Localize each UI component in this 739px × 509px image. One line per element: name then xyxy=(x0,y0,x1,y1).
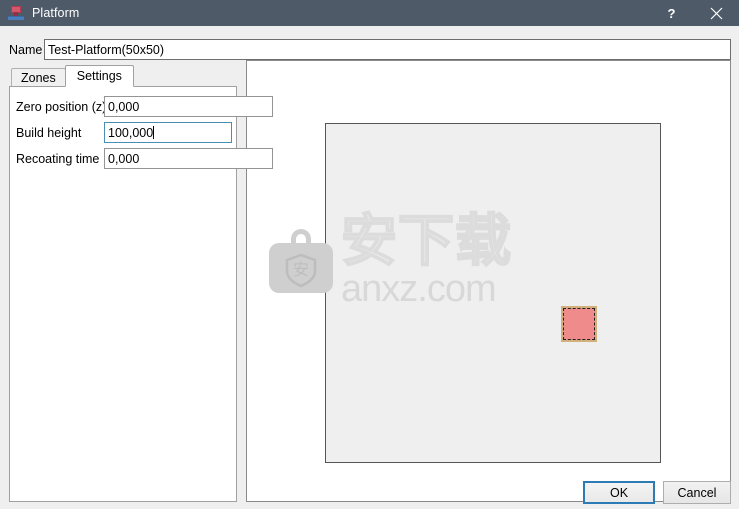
zero-position-label: Zero position (z) xyxy=(16,99,107,114)
tab-pane-settings: Zero position (z) Build height 100,000 R… xyxy=(9,86,273,502)
recoating-time-input[interactable] xyxy=(104,148,273,169)
platform-viewport[interactable]: 安 安下载 anxz.com xyxy=(246,60,731,502)
title-bar: Platform ? xyxy=(0,0,739,26)
platform-outline[interactable] xyxy=(325,123,661,463)
build-zone[interactable] xyxy=(561,306,597,342)
form-row-build-height: Build height 100,000 xyxy=(16,122,232,143)
recoating-time-label: Recoating time xyxy=(16,151,100,166)
name-row: Name xyxy=(9,39,731,60)
name-label: Name xyxy=(9,42,43,57)
settings-tabwidget: Zones Settings Zero position (z) Build h… xyxy=(9,65,273,502)
tab-settings[interactable]: Settings xyxy=(64,65,134,87)
platform-dialog: Platform ? Name Zones Settings Zero po xyxy=(0,0,739,509)
name-input[interactable] xyxy=(44,39,731,60)
build-height-input[interactable]: 100,000 xyxy=(104,122,232,143)
help-button[interactable]: ? xyxy=(649,0,694,26)
settings-form: Zero position (z) Build height 100,000 R… xyxy=(16,96,273,174)
tab-zones[interactable]: Zones xyxy=(11,68,66,87)
dialog-body: Name Zones Settings Zero position (z) Bu… xyxy=(0,26,739,509)
build-height-value: 100,000 xyxy=(108,125,154,140)
text-caret xyxy=(153,126,155,139)
cancel-button[interactable]: Cancel xyxy=(663,481,731,504)
close-icon[interactable] xyxy=(694,0,739,26)
zero-position-input[interactable] xyxy=(104,96,273,117)
form-row-recoating-time: Recoating time xyxy=(16,148,273,169)
tab-bar: Zones Settings xyxy=(9,65,237,87)
form-row-zero-position: Zero position (z) xyxy=(16,96,273,117)
ok-button[interactable]: OK xyxy=(583,481,655,504)
platform-icon xyxy=(8,5,24,21)
window-title: Platform xyxy=(32,6,80,20)
svg-text:安: 安 xyxy=(293,260,309,279)
build-height-label: Build height xyxy=(16,125,82,140)
